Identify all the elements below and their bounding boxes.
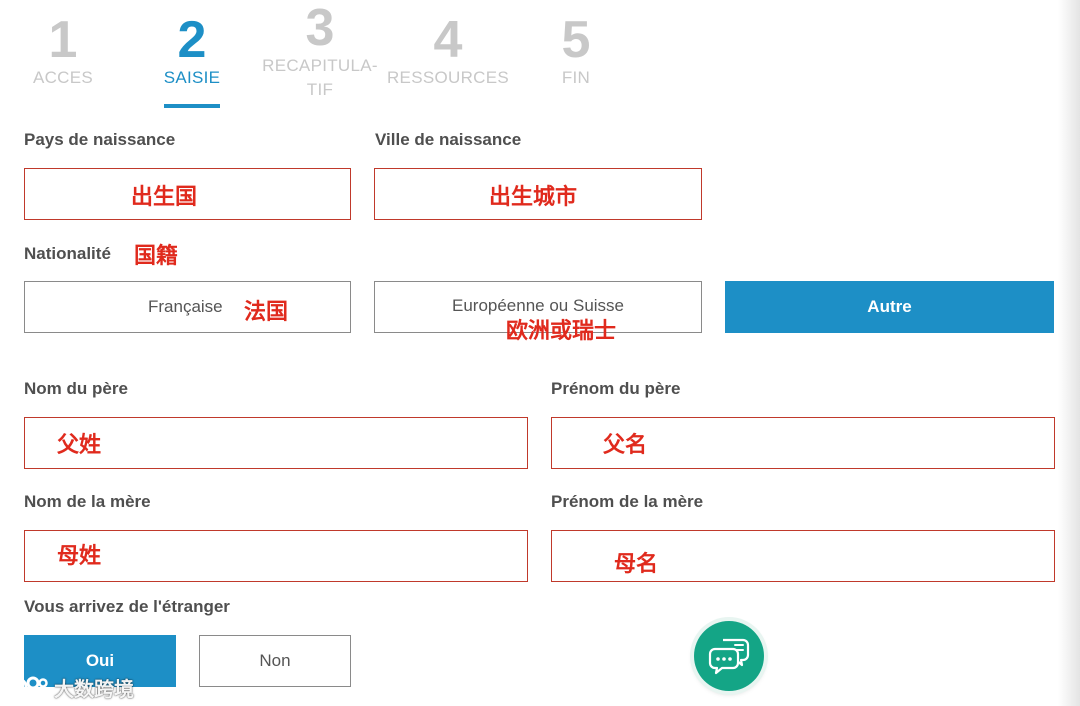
step-label-line2: TIF (306, 80, 334, 99)
mother-last-name-annotation: 母姓 (57, 544, 102, 569)
step-2[interactable]: 2 SAISIE (127, 0, 257, 90)
watermark-logo-icon (8, 676, 48, 697)
abroad-label: Vous arrivez de l'étranger (24, 597, 230, 616)
nationality-europeenne-annotation: 欧洲或瑞士 (506, 319, 617, 344)
step-number: 1 (48, 11, 78, 69)
mother-first-name-annotation: 母名 (614, 552, 659, 577)
chat-bubbles-icon (708, 638, 750, 675)
nationality-annotation: 国籍 (134, 244, 179, 269)
option-label: Française (148, 297, 223, 316)
form-page: 1 ACCES 2 SAISIE 3 RECAPITULA- TIF 4 RES… (0, 0, 1080, 706)
step-label: SAISIE (163, 68, 221, 87)
abroad-option-non[interactable]: Non (199, 635, 351, 687)
active-step-indicator (164, 104, 220, 108)
mother-last-name-label: Nom de la mère (24, 492, 151, 511)
birth-city-annotation: 出生城市 (489, 185, 578, 210)
birth-country-label: Pays de naissance (24, 130, 176, 149)
step-3[interactable]: 3 RECAPITULA- TIF (255, 0, 385, 102)
nationality-option-francaise[interactable]: Française (24, 281, 351, 333)
option-label: Oui (85, 651, 115, 670)
watermark-text: 大数跨境 (54, 676, 134, 701)
step-1[interactable]: 1 ACCES (0, 0, 128, 90)
step-label: RESSOURCES (386, 68, 510, 87)
mother-first-name-label: Prénom de la mère (551, 492, 704, 511)
birth-country-annotation: 出生国 (131, 185, 198, 210)
step-5[interactable]: 5 FIN (511, 0, 641, 90)
nationality-option-autre[interactable]: Autre (725, 281, 1054, 333)
option-label: Autre (867, 297, 912, 316)
step-label-line1: RECAPITULA- (262, 56, 378, 75)
father-last-name-annotation: 父姓 (57, 433, 102, 458)
father-first-name-label: Prénom du père (551, 379, 681, 398)
step-4[interactable]: 4 RESSOURCES (383, 0, 513, 90)
nationality-label: Nationalité (24, 244, 111, 263)
step-number: 4 (433, 11, 463, 69)
option-label: Non (259, 651, 291, 670)
step-label: ACCES (32, 68, 94, 87)
watermark: 大数跨境 (8, 672, 134, 702)
birth-city-label: Ville de naissance (375, 130, 522, 149)
father-last-name-label: Nom du père (24, 379, 128, 398)
edge-shade (1058, 0, 1080, 706)
step-number: 5 (561, 11, 591, 69)
step-number: 2 (177, 11, 207, 69)
chat-button[interactable] (694, 621, 764, 691)
step-number: 3 (305, 0, 335, 57)
nationality-francaise-annotation: 法国 (244, 300, 289, 325)
step-label: FIN (561, 68, 591, 87)
father-first-name-annotation: 父名 (603, 433, 648, 458)
